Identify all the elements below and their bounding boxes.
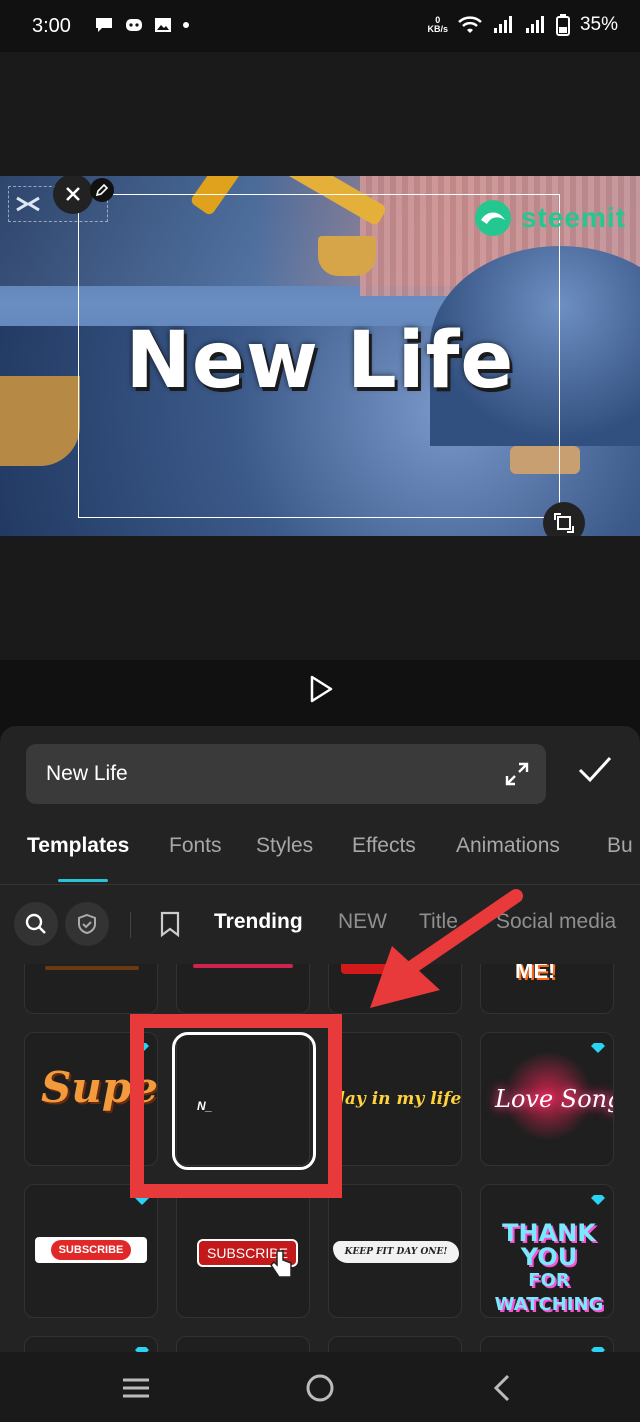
preview-title-text[interactable]: New Life (0, 316, 640, 406)
premium-diamond-icon (591, 1195, 605, 1205)
tab-templates[interactable]: Templates (27, 834, 129, 858)
recent-apps-icon[interactable] (118, 1370, 154, 1406)
signal-icon (525, 16, 544, 33)
template-tile[interactable] (328, 1336, 462, 1352)
text-input-field[interactable]: New Life (26, 744, 546, 804)
tab-effects[interactable]: Effects (352, 834, 416, 858)
rotate-icon (554, 513, 574, 533)
tile-preview-thank-you: THANK YOU FOR WATCHING (489, 1221, 609, 1317)
battery-percent: 35% (579, 14, 618, 35)
thank-you-line2: FOR WATCHING (494, 1270, 604, 1315)
text-input-value: New Life (46, 762, 128, 785)
chat-icon (96, 18, 112, 32)
capcut-icon (16, 196, 40, 212)
net-speed-unit: KB/s (427, 24, 448, 34)
template-tile[interactable] (24, 1336, 158, 1352)
tile-preview-subscribe-pill: SUBSCRIBE (35, 1237, 147, 1263)
android-nav-bar (0, 1352, 640, 1422)
gallery-icon (155, 18, 171, 32)
tab-animations[interactable]: Animations (456, 834, 560, 858)
signal-icon (493, 16, 512, 33)
search-button[interactable] (14, 902, 58, 946)
confirm-checkmark-icon[interactable] (574, 750, 614, 790)
hand-cursor-icon (270, 1250, 292, 1278)
close-icon (66, 187, 80, 201)
category-trending[interactable]: Trending (214, 910, 303, 934)
back-icon[interactable] (486, 1370, 522, 1406)
filter-divider (130, 912, 131, 938)
dot-icon (183, 22, 189, 28)
template-tile[interactable] (176, 964, 310, 1014)
annotation-arrow-icon (370, 889, 523, 1008)
tab-styles[interactable]: Styles (256, 834, 313, 858)
premium-diamond-icon (591, 1043, 605, 1053)
annotation-highlight-box (130, 1014, 342, 1198)
status-bar: 3:00 0 KB/s 35% (0, 0, 640, 52)
tile-preview-fragment (193, 964, 293, 968)
template-tile-keep-fit[interactable]: KEEP FIT DAY ONE! (328, 1184, 462, 1318)
template-tile[interactable] (24, 964, 158, 1014)
video-frame[interactable]: New Life steemit (0, 176, 640, 536)
category-filter-row: Trending NEW Title Social media (0, 884, 640, 964)
active-tab-indicator (58, 879, 108, 882)
battery-icon (555, 14, 570, 36)
expand-icon[interactable] (504, 761, 530, 787)
steemit-watermark: steemit (473, 198, 626, 238)
shield-filter-button[interactable] (65, 902, 109, 946)
template-tile-subscribe-click[interactable]: SUBSCRIBE (176, 1184, 310, 1318)
tile-preview-day-in-my-life: day in my life (333, 1089, 462, 1109)
tab-fonts[interactable]: Fonts (169, 834, 222, 858)
template-tile[interactable] (176, 1336, 310, 1352)
net-speed: 0 KB/s (427, 16, 448, 34)
system-icons: 0 KB/s 35% (427, 14, 618, 36)
edit-text-button[interactable] (90, 178, 114, 202)
tab-bubble[interactable]: Bu (607, 834, 633, 858)
shield-check-icon (78, 913, 96, 935)
discord-icon (126, 19, 142, 31)
template-tile-thank-you[interactable]: THANK YOU FOR WATCHING (480, 1184, 614, 1318)
watermark-text: steemit (520, 202, 626, 233)
tile-preview-subscribe: SUBSCRIBE (50, 1240, 132, 1260)
bookmark-icon[interactable] (156, 910, 184, 938)
editor-tabs: Templates Fonts Styles Effects Animation… (0, 826, 640, 885)
scale-rotate-handle[interactable] (543, 502, 585, 536)
thank-you-line1: THANK YOU (502, 1219, 596, 1271)
notification-icons (94, 16, 190, 34)
template-tile-love-song[interactable]: Love Song (480, 1032, 614, 1166)
status-time: 3:00 (32, 15, 71, 37)
tile-preview-love-song: Love Song (495, 1085, 614, 1113)
tile-preview-keep-fit: KEEP FIT DAY ONE! (333, 1241, 459, 1263)
search-icon (25, 913, 46, 934)
tile-preview-fragment (45, 966, 139, 970)
home-icon[interactable] (302, 1370, 338, 1406)
play-icon[interactable] (303, 672, 337, 706)
template-tile-subscribe[interactable]: SUBSCRIBE (24, 1184, 158, 1318)
template-tile-day-in-my-life[interactable]: day in my life (328, 1032, 462, 1166)
pencil-icon (95, 183, 109, 197)
playback-bar (0, 660, 640, 726)
template-tile[interactable] (480, 1336, 614, 1352)
steemit-logo-icon (474, 200, 511, 236)
wifi-icon (458, 16, 482, 33)
